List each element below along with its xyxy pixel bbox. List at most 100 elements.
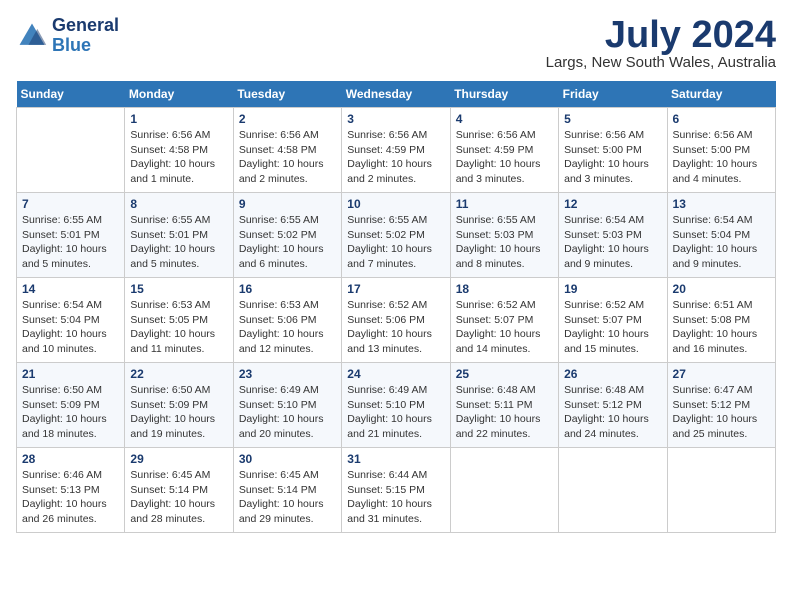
- day-number: 25: [456, 367, 553, 381]
- calendar-cell: 12Sunrise: 6:54 AM Sunset: 5:03 PM Dayli…: [559, 193, 667, 278]
- logo-text-general: General: [52, 16, 119, 36]
- column-header-saturday: Saturday: [667, 81, 775, 108]
- calendar-cell: 14 Sunrise: 6:54 AM Sunset: 5:04 PM Dayli…: [17, 278, 125, 363]
- day-number: 12: [564, 197, 661, 211]
- calendar-cell: 7 Sunrise: 6:55 AM Sunset: 5:01 PM Daylig…: [17, 193, 125, 278]
- day-number: 27: [673, 367, 770, 381]
- calendar-cell: 31 Sunrise: 6:44 AM Sunset: 5:15 PM Dayli…: [342, 448, 450, 533]
- calendar-cell: 25 Sunrise: 6:48 AM Sunset: 5:11 PM Dayli…: [450, 363, 558, 448]
- calendar-cell: 30Sunrise: 6:45 AM Sunset: 5:14 PM Dayli…: [233, 448, 341, 533]
- day-info: Sunrise: 6:55 AM Sunset: 5:02 PM Dayligh…: [239, 213, 336, 272]
- calendar-table: SundayMondayTuesdayWednesdayThursdayFrid…: [16, 81, 776, 533]
- calendar-cell: [559, 448, 667, 533]
- calendar-header-row: SundayMondayTuesdayWednesdayThursdayFrid…: [17, 81, 776, 108]
- column-header-sunday: Sunday: [17, 81, 125, 108]
- day-info: Sunrise: 6:44 AM Sunset: 5:15 PM Dayligh…: [347, 468, 444, 527]
- day-number: 24: [347, 367, 444, 381]
- calendar-cell: 23Sunrise: 6:49 AM Sunset: 5:10 PM Dayli…: [233, 363, 341, 448]
- day-number: 11: [456, 197, 553, 211]
- day-info: Sunrise: 6:55 AM Sunset: 5:03 PM Dayligh…: [456, 213, 553, 272]
- day-info: Sunrise: 6:50 AM Sunset: 5:09 PM Dayligh…: [22, 383, 119, 442]
- calendar-cell: 26 Sunrise: 6:48 AM Sunset: 5:12 PM Dayli…: [559, 363, 667, 448]
- calendar-cell: 21 Sunrise: 6:50 AM Sunset: 5:09 PM Dayli…: [17, 363, 125, 448]
- column-header-monday: Monday: [125, 81, 233, 108]
- day-info: Sunrise: 6:52 AM Sunset: 5:06 PM Dayligh…: [347, 298, 444, 357]
- calendar-cell: 8 Sunrise: 6:55 AM Sunset: 5:01 PM Daylig…: [125, 193, 233, 278]
- day-number: 13: [673, 197, 770, 211]
- calendar-cell: 11 Sunrise: 6:55 AM Sunset: 5:03 PM Dayli…: [450, 193, 558, 278]
- day-info: Sunrise: 6:49 AM Sunset: 5:10 PM Dayligh…: [239, 383, 336, 442]
- day-info: Sunrise: 6:56 AM Sunset: 4:59 PM Dayligh…: [347, 128, 444, 187]
- day-info: Sunrise: 6:56 AM Sunset: 4:58 PM Dayligh…: [239, 128, 336, 187]
- logo: General Blue: [16, 16, 119, 56]
- day-number: 8: [130, 197, 227, 211]
- day-info: Sunrise: 6:45 AM Sunset: 5:14 PM Dayligh…: [130, 468, 227, 527]
- column-header-thursday: Thursday: [450, 81, 558, 108]
- calendar-week-4: 21 Sunrise: 6:50 AM Sunset: 5:09 PM Dayli…: [17, 363, 776, 448]
- day-info: Sunrise: 6:56 AM Sunset: 5:00 PM Dayligh…: [564, 128, 661, 187]
- day-number: 6: [673, 112, 770, 126]
- day-number: 5: [564, 112, 661, 126]
- day-info: Sunrise: 6:48 AM Sunset: 5:12 PM Dayligh…: [564, 383, 661, 442]
- calendar-cell: 2 Sunrise: 6:56 AM Sunset: 4:58 PM Daylig…: [233, 108, 341, 193]
- location-title: Largs, New South Wales, Australia: [546, 54, 776, 71]
- calendar-week-1: 1 Sunrise: 6:56 AM Sunset: 4:58 PM Daylig…: [17, 108, 776, 193]
- day-info: Sunrise: 6:52 AM Sunset: 5:07 PM Dayligh…: [564, 298, 661, 357]
- day-info: Sunrise: 6:50 AM Sunset: 5:09 PM Dayligh…: [130, 383, 227, 442]
- calendar-week-5: 28Sunrise: 6:46 AM Sunset: 5:13 PM Dayli…: [17, 448, 776, 533]
- day-info: Sunrise: 6:56 AM Sunset: 4:59 PM Dayligh…: [456, 128, 553, 187]
- day-number: 9: [239, 197, 336, 211]
- calendar-cell: 13 Sunrise: 6:54 AM Sunset: 5:04 PM Dayli…: [667, 193, 775, 278]
- day-info: Sunrise: 6:51 AM Sunset: 5:08 PM Dayligh…: [673, 298, 770, 357]
- calendar-cell: [450, 448, 558, 533]
- day-number: 3: [347, 112, 444, 126]
- title-block: July 2024 Largs, New South Wales, Austra…: [546, 16, 776, 71]
- day-number: 21: [22, 367, 119, 381]
- day-info: Sunrise: 6:56 AM Sunset: 5:00 PM Dayligh…: [673, 128, 770, 187]
- calendar-cell: 27 Sunrise: 6:47 AM Sunset: 5:12 PM Dayli…: [667, 363, 775, 448]
- day-number: 31: [347, 452, 444, 466]
- day-number: 16: [239, 282, 336, 296]
- day-number: 1: [130, 112, 227, 126]
- calendar-cell: 15Sunrise: 6:53 AM Sunset: 5:05 PM Dayli…: [125, 278, 233, 363]
- page-header: General Blue July 2024 Largs, New South …: [16, 16, 776, 71]
- calendar-cell: 19Sunrise: 6:52 AM Sunset: 5:07 PM Dayli…: [559, 278, 667, 363]
- calendar-cell: 29Sunrise: 6:45 AM Sunset: 5:14 PM Dayli…: [125, 448, 233, 533]
- day-number: 26: [564, 367, 661, 381]
- day-info: Sunrise: 6:48 AM Sunset: 5:11 PM Dayligh…: [456, 383, 553, 442]
- calendar-cell: 10 Sunrise: 6:55 AM Sunset: 5:02 PM Dayli…: [342, 193, 450, 278]
- day-number: 10: [347, 197, 444, 211]
- calendar-week-3: 14 Sunrise: 6:54 AM Sunset: 5:04 PM Dayli…: [17, 278, 776, 363]
- day-info: Sunrise: 6:54 AM Sunset: 5:04 PM Dayligh…: [673, 213, 770, 272]
- calendar-cell: 24 Sunrise: 6:49 AM Sunset: 5:10 PM Dayli…: [342, 363, 450, 448]
- day-info: Sunrise: 6:49 AM Sunset: 5:10 PM Dayligh…: [347, 383, 444, 442]
- day-info: Sunrise: 6:55 AM Sunset: 5:01 PM Dayligh…: [130, 213, 227, 272]
- day-number: 14: [22, 282, 119, 296]
- calendar-cell: 17Sunrise: 6:52 AM Sunset: 5:06 PM Dayli…: [342, 278, 450, 363]
- logo-icon: [16, 20, 48, 52]
- day-number: 2: [239, 112, 336, 126]
- calendar-cell: 28Sunrise: 6:46 AM Sunset: 5:13 PM Dayli…: [17, 448, 125, 533]
- column-header-friday: Friday: [559, 81, 667, 108]
- calendar-week-2: 7 Sunrise: 6:55 AM Sunset: 5:01 PM Daylig…: [17, 193, 776, 278]
- day-number: 15: [130, 282, 227, 296]
- calendar-cell: [667, 448, 775, 533]
- day-number: 7: [22, 197, 119, 211]
- column-header-wednesday: Wednesday: [342, 81, 450, 108]
- column-header-tuesday: Tuesday: [233, 81, 341, 108]
- day-info: Sunrise: 6:55 AM Sunset: 5:01 PM Dayligh…: [22, 213, 119, 272]
- day-info: Sunrise: 6:55 AM Sunset: 5:02 PM Dayligh…: [347, 213, 444, 272]
- day-number: 4: [456, 112, 553, 126]
- day-number: 20: [673, 282, 770, 296]
- calendar-cell: 18Sunrise: 6:52 AM Sunset: 5:07 PM Dayli…: [450, 278, 558, 363]
- day-info: Sunrise: 6:47 AM Sunset: 5:12 PM Dayligh…: [673, 383, 770, 442]
- month-title: July 2024: [546, 16, 776, 54]
- calendar-cell: 16Sunrise: 6:53 AM Sunset: 5:06 PM Dayli…: [233, 278, 341, 363]
- day-info: Sunrise: 6:54 AM Sunset: 5:04 PM Dayligh…: [22, 298, 119, 357]
- calendar-cell: 1 Sunrise: 6:56 AM Sunset: 4:58 PM Daylig…: [125, 108, 233, 193]
- calendar-cell: [17, 108, 125, 193]
- logo-text-blue: Blue: [52, 36, 119, 56]
- calendar-cell: 6 Sunrise: 6:56 AM Sunset: 5:00 PM Daylig…: [667, 108, 775, 193]
- day-info: Sunrise: 6:56 AM Sunset: 4:58 PM Dayligh…: [130, 128, 227, 187]
- day-number: 22: [130, 367, 227, 381]
